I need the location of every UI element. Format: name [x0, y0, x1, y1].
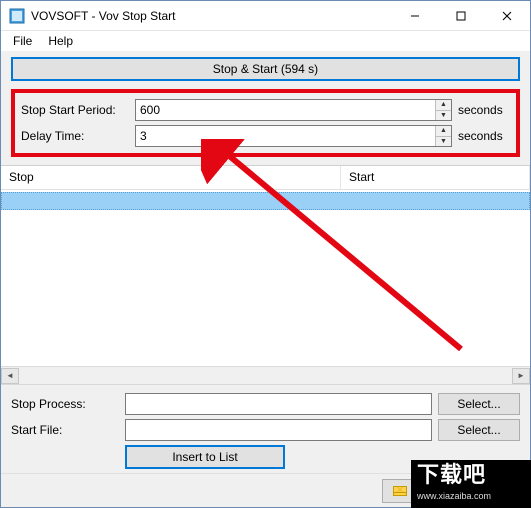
table-body[interactable]	[1, 190, 530, 366]
start-file-label: Start File:	[11, 423, 119, 437]
watermark-url: www.xiazaiba.com	[411, 490, 531, 502]
delay-spin-up[interactable]: ▲	[436, 126, 451, 137]
delay-spin-down[interactable]: ▼	[436, 137, 451, 147]
table-header: Stop Start	[1, 166, 530, 190]
watermark-text: 下载吧	[411, 460, 531, 490]
period-highlight-box: Stop Start Period: ▲ ▼ seconds Delay Tim…	[11, 89, 520, 157]
period-row: Stop Start Period: ▲ ▼ seconds	[21, 97, 510, 123]
period-label: Stop Start Period:	[21, 103, 129, 117]
col-stop[interactable]: Stop	[1, 166, 341, 189]
period-input[interactable]	[136, 103, 435, 117]
close-button[interactable]	[484, 1, 530, 30]
delay-unit: seconds	[458, 129, 510, 143]
watermark: 下载吧 www.xiazaiba.com	[411, 460, 531, 508]
period-spin-buttons: ▲ ▼	[435, 100, 451, 120]
app-icon	[9, 8, 25, 24]
process-table: Stop Start ◄ ►	[1, 165, 530, 384]
maximize-button[interactable]	[438, 1, 484, 30]
delay-spin-buttons: ▲ ▼	[435, 126, 451, 146]
period-unit: seconds	[458, 103, 510, 117]
titlebar: VOVSOFT - Vov Stop Start	[1, 1, 530, 31]
client-area: Stop & Start (594 s) Stop Start Period: …	[1, 51, 530, 507]
delay-label: Delay Time:	[21, 129, 129, 143]
stop-process-input[interactable]	[125, 393, 432, 415]
delay-input[interactable]	[136, 129, 435, 143]
stop-process-select-button[interactable]: Select...	[438, 393, 520, 415]
minimize-button[interactable]	[392, 1, 438, 30]
menu-help[interactable]: Help	[42, 32, 79, 50]
menubar: File Help	[1, 31, 530, 51]
horizontal-scrollbar[interactable]: ◄ ►	[1, 366, 530, 384]
start-file-select-button[interactable]: Select...	[438, 419, 520, 441]
period-spin-up[interactable]: ▲	[436, 100, 451, 111]
insert-to-list-button[interactable]: Insert to List	[125, 445, 285, 469]
start-file-input[interactable]	[125, 419, 432, 441]
window-buttons	[392, 1, 530, 30]
period-spinner[interactable]: ▲ ▼	[135, 99, 452, 121]
period-spin-down[interactable]: ▼	[436, 111, 451, 121]
delay-spinner[interactable]: ▲ ▼	[135, 125, 452, 147]
window-title: VOVSOFT - Vov Stop Start	[31, 9, 392, 23]
app-window: VOVSOFT - Vov Stop Start File Help Stop …	[0, 0, 531, 508]
insert-label: Insert to List	[172, 450, 237, 464]
stop-process-label: Stop Process:	[11, 397, 119, 411]
start-file-row: Start File: Select...	[11, 417, 520, 443]
col-start[interactable]: Start	[341, 166, 530, 189]
stop-process-row: Stop Process: Select...	[11, 391, 520, 417]
stop-start-label: Stop & Start (594 s)	[213, 62, 318, 76]
delay-row: Delay Time: ▲ ▼ seconds	[21, 123, 510, 149]
envelope-icon	[393, 486, 407, 496]
menu-file[interactable]: File	[7, 32, 38, 50]
table-selected-row[interactable]	[1, 192, 530, 210]
scroll-right-icon[interactable]: ►	[512, 368, 530, 384]
stop-start-button[interactable]: Stop & Start (594 s)	[11, 57, 520, 81]
scroll-left-icon[interactable]: ◄	[1, 368, 19, 384]
